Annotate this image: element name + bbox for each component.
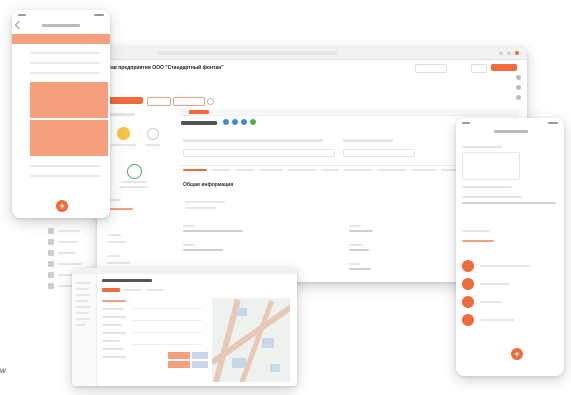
page-title: Устав предприятия ООО "Стандартный фонта… bbox=[103, 65, 224, 71]
schedule-block-1[interactable] bbox=[168, 352, 190, 359]
action-icon-2[interactable] bbox=[232, 119, 238, 125]
close-icon[interactable] bbox=[515, 51, 519, 55]
settings-icon[interactable] bbox=[207, 98, 214, 105]
action-icon-1[interactable] bbox=[223, 119, 229, 125]
add-fab-icon[interactable]: + bbox=[56, 200, 68, 212]
schedule-block-4[interactable] bbox=[192, 361, 208, 368]
selected-card-2[interactable] bbox=[30, 120, 108, 156]
laptop-title bbox=[102, 279, 152, 282]
selected-card[interactable] bbox=[30, 82, 108, 118]
window-titlebar bbox=[97, 47, 527, 60]
laptop-sidebar bbox=[72, 274, 97, 386]
field-input-1[interactable] bbox=[183, 149, 335, 157]
address-bar[interactable] bbox=[157, 51, 337, 55]
schedule-block-2[interactable] bbox=[168, 361, 190, 368]
tab-3[interactable] bbox=[173, 97, 205, 106]
laptop-window bbox=[72, 268, 297, 386]
toolbar-icon-1[interactable] bbox=[516, 75, 521, 80]
add-fab-icon-right[interactable]: + bbox=[511, 348, 523, 360]
action-icon-3[interactable] bbox=[241, 119, 247, 125]
status-circle-icon bbox=[127, 164, 142, 179]
nav-icon-1[interactable] bbox=[48, 228, 54, 234]
section-heading: Общая информация bbox=[183, 182, 234, 188]
avatar-emoji-icon bbox=[117, 127, 130, 140]
back-icon[interactable] bbox=[14, 20, 24, 30]
side-mark: w bbox=[0, 366, 6, 375]
nav-icon-6[interactable] bbox=[48, 283, 54, 289]
menu-icon-1[interactable] bbox=[462, 260, 474, 272]
primary-action-button[interactable] bbox=[491, 64, 517, 71]
avatar-placeholder-icon bbox=[147, 128, 159, 140]
phone-right: + bbox=[456, 118, 564, 376]
text-area[interactable] bbox=[462, 152, 520, 180]
laptop-tab-active[interactable] bbox=[102, 288, 120, 292]
nav-icon-2[interactable] bbox=[48, 239, 54, 245]
nav-icon-3[interactable] bbox=[48, 250, 54, 256]
maximize-icon[interactable] bbox=[507, 51, 511, 55]
status-bar bbox=[12, 10, 110, 20]
tab-2[interactable] bbox=[147, 97, 171, 106]
phone-left: + bbox=[12, 10, 110, 218]
menu-icon-2[interactable] bbox=[462, 278, 474, 290]
schedule-block-3[interactable] bbox=[192, 352, 208, 359]
action-button-2[interactable] bbox=[471, 64, 487, 73]
toolbar-icon-2[interactable] bbox=[516, 85, 521, 90]
minimize-icon[interactable] bbox=[499, 51, 503, 55]
field-input-2[interactable] bbox=[343, 149, 415, 157]
menu-icon-3[interactable] bbox=[462, 296, 474, 308]
profile-panel bbox=[103, 109, 168, 279]
status-bar-right bbox=[456, 118, 564, 128]
menu-icon-4[interactable] bbox=[462, 314, 474, 326]
phone-right-title bbox=[494, 130, 528, 133]
list-header-row[interactable] bbox=[12, 34, 110, 44]
action-icon-4[interactable] bbox=[250, 119, 256, 125]
laptop-titlebar bbox=[72, 268, 297, 274]
action-button[interactable] bbox=[415, 64, 447, 73]
toolbar-icon-3[interactable] bbox=[516, 95, 521, 100]
phone-title bbox=[42, 24, 80, 27]
nav-icon-4[interactable] bbox=[48, 261, 54, 267]
nav-icon-5[interactable] bbox=[48, 272, 54, 278]
map-view[interactable] bbox=[212, 298, 290, 382]
content-tab-active[interactable] bbox=[189, 110, 209, 114]
